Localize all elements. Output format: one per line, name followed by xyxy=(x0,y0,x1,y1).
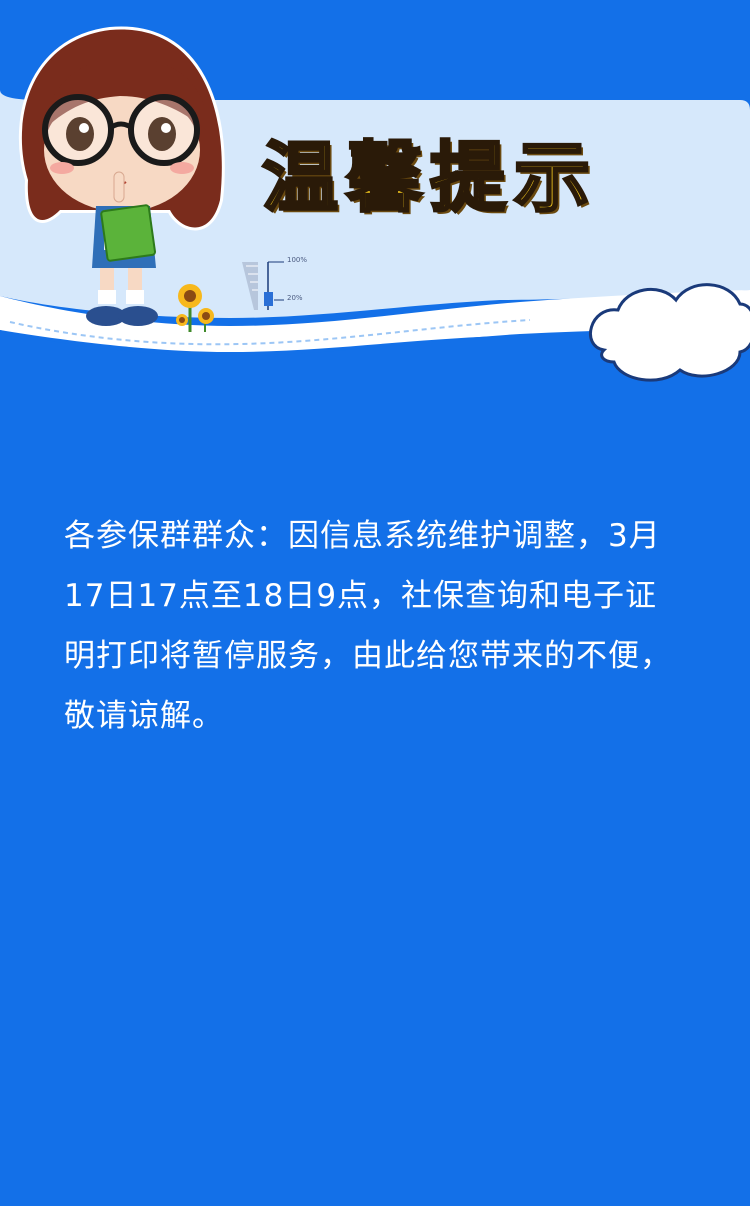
page-title: 温馨提示 xyxy=(261,133,598,222)
gauge-top-label: 100% xyxy=(287,256,308,264)
notice-text: 各参保群群众：因信息系统维护调整，3月17日17点至18日9点，社保查询和电子证… xyxy=(64,518,672,734)
header-banner: 100% 20% 温馨提示 xyxy=(0,0,750,400)
gauge-bottom-label: 20% xyxy=(287,294,303,302)
